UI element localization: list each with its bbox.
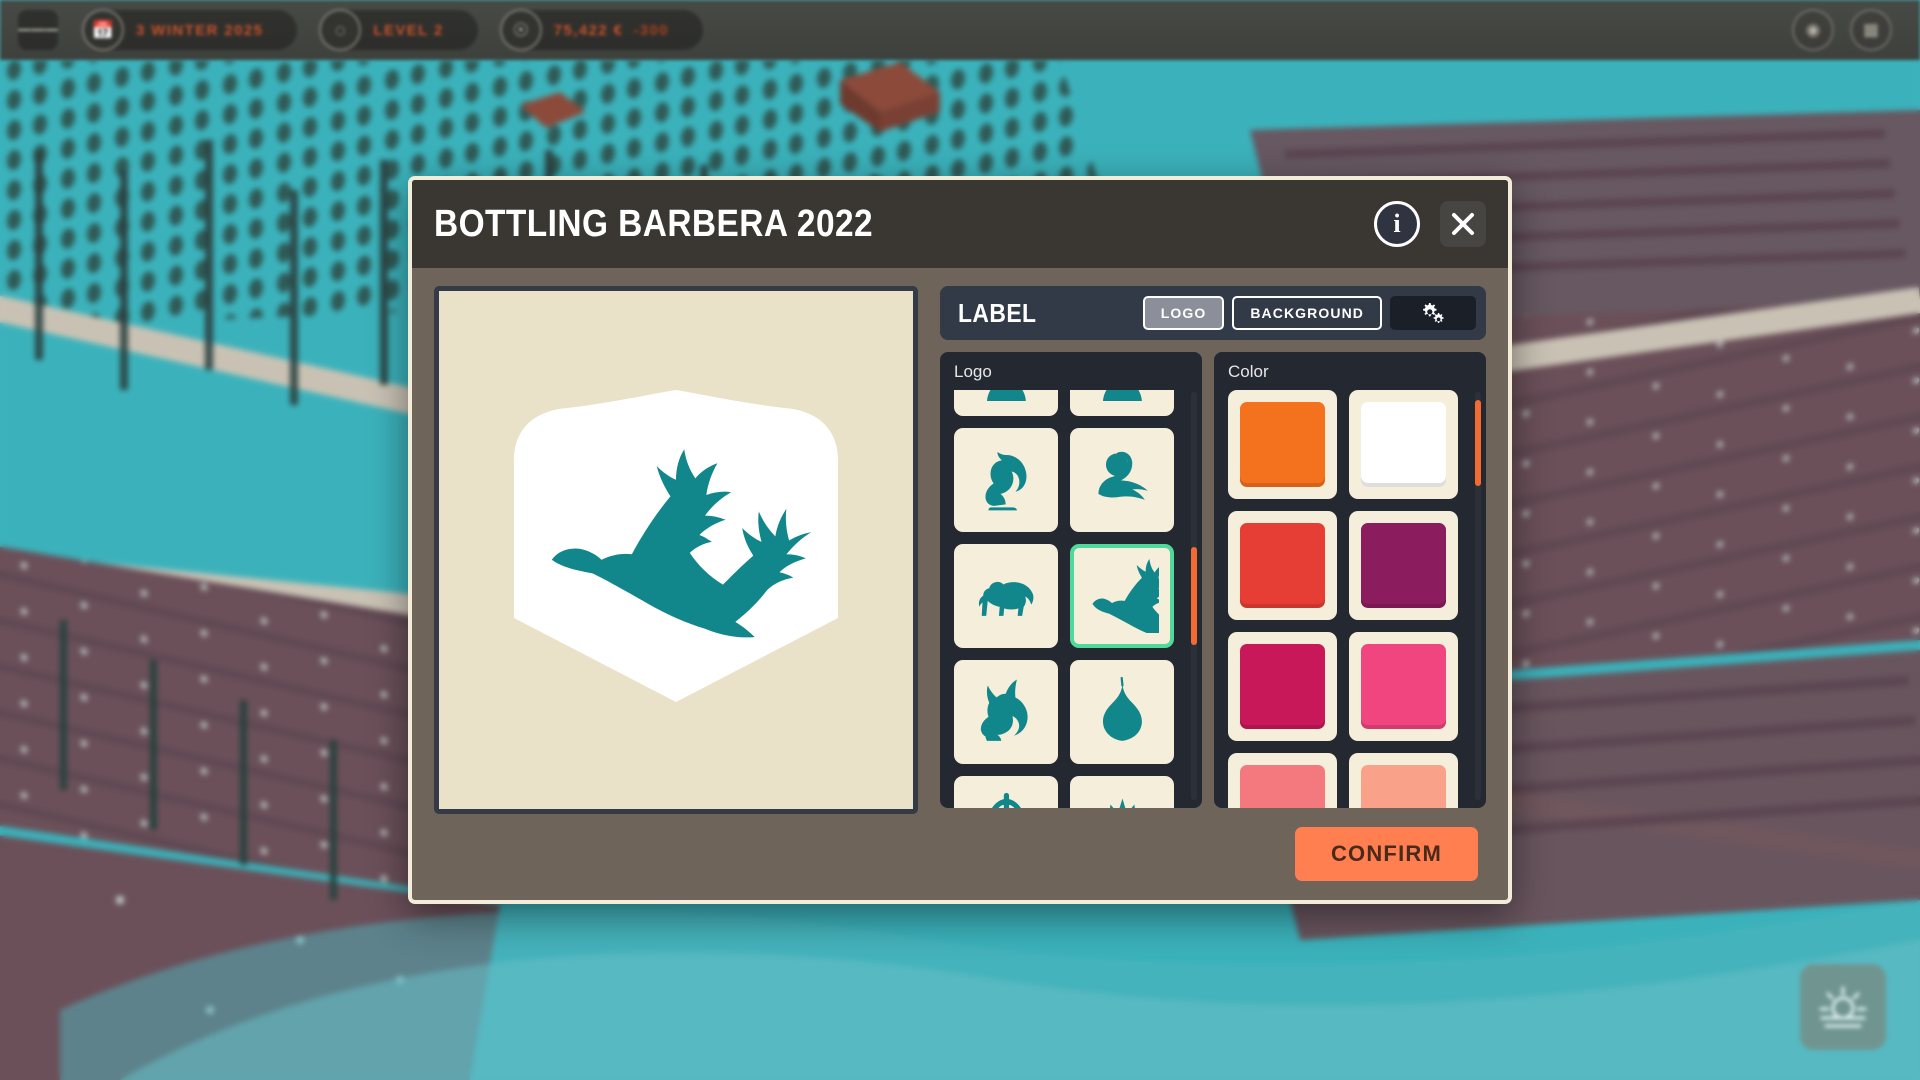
globe-icon[interactable]: ◉ [1792, 9, 1834, 51]
logo-tile-fern-leaf[interactable] [954, 776, 1058, 808]
info-glyph: i [1393, 209, 1401, 238]
color-scrollbar[interactable] [1475, 392, 1481, 800]
color-tile-magenta[interactable] [1228, 632, 1337, 741]
hud-money-text: 75,422 € -300 [554, 22, 669, 39]
logo-scrollbar[interactable] [1191, 392, 1197, 800]
sunrise-icon[interactable] [1800, 964, 1886, 1050]
label-section-title: LABEL [958, 297, 1037, 328]
gears-icon[interactable] [1390, 296, 1476, 330]
tab-logo[interactable]: LOGO [1142, 296, 1225, 330]
color-panel-label: Color [1228, 362, 1269, 381]
logo-tile-squirrel[interactable] [954, 428, 1058, 532]
color-tile-salmon[interactable] [1228, 753, 1337, 808]
hud-money-amount: 75,422 € [553, 21, 624, 39]
hud-money-delta: -300 [633, 21, 670, 39]
pickers-row: Logo Color [940, 352, 1486, 814]
color-picker-panel: Color [1214, 352, 1486, 808]
label-editor-column: LABEL LOGO BACKGROUND Logo Color [940, 286, 1486, 814]
bottle-icon: ◌ [319, 9, 362, 51]
color-tile-pink[interactable] [1349, 632, 1458, 741]
color-swatch [1361, 523, 1446, 608]
logo-scrollbar-thumb[interactable] [1191, 547, 1197, 645]
logo-tile-leaf[interactable] [1070, 660, 1174, 764]
calendar-icon: 📅 [82, 9, 124, 51]
titlebar-actions: i [1374, 201, 1486, 247]
hud-level-text: LEVEL 2 [373, 21, 444, 39]
top-hud-bar: 📅 3 WINTER 2025 ◌ LEVEL 2 ☉ 75,422 € -300… [0, 0, 1920, 60]
color-grid [1228, 390, 1474, 808]
logo-tile-leaf-partial-top-right[interactable] [1070, 390, 1174, 416]
logo-scroll-area[interactable] [954, 390, 1190, 808]
logo-grid [954, 390, 1190, 808]
label-preview [434, 286, 918, 814]
color-swatch [1361, 765, 1446, 808]
toolbar-tabs: LOGO BACKGROUND [1142, 296, 1476, 330]
confirm-button[interactable]: CONFIRM [1294, 827, 1478, 881]
color-tile-orange[interactable] [1228, 390, 1337, 499]
close-glyph [1452, 213, 1474, 235]
logo-tile-leaf-partial-top-left[interactable] [954, 390, 1058, 416]
color-swatch [1361, 644, 1446, 729]
logo-tile-bear[interactable] [954, 544, 1058, 648]
color-tile-peach[interactable] [1349, 753, 1458, 808]
color-tile-red[interactable] [1228, 511, 1337, 620]
grid-icon[interactable]: ▦ [1850, 9, 1892, 51]
color-swatch [1240, 523, 1325, 608]
hud-right-buttons: ◉ ▦ [1792, 9, 1902, 51]
menu-bar [18, 28, 32, 32]
gears-glyph [1423, 303, 1444, 323]
dialog-body: LABEL LOGO BACKGROUND Logo Color [412, 268, 1508, 814]
hud-date-text: 3 WINTER 2025 [136, 21, 264, 39]
sunrise-glyph [1819, 986, 1867, 1028]
logo-tile-maple-leaf[interactable] [1070, 776, 1174, 808]
label-toolbar: LABEL LOGO BACKGROUND [940, 286, 1486, 340]
label-preview-artwork [514, 390, 838, 702]
page-title: BOTTLING BARBERA 2022 [434, 202, 874, 245]
hamburger-menu-icon[interactable] [18, 10, 58, 50]
color-scroll-area[interactable] [1228, 390, 1474, 808]
menu-bar [44, 28, 58, 32]
color-swatch [1240, 402, 1325, 487]
logo-tile-rabbit[interactable] [954, 660, 1058, 764]
money-icon: ☉ [499, 9, 542, 51]
color-scrollbar-thumb[interactable] [1475, 400, 1481, 486]
color-swatch [1240, 765, 1325, 808]
color-tile-purple[interactable] [1349, 511, 1458, 620]
dialog-footer: CONFIRM [412, 814, 1508, 900]
bottling-label-dialog: BOTTLING BARBERA 2022 i LABEL LOGO BACKG… [408, 176, 1512, 904]
hud-chip-date[interactable]: 📅 3 WINTER 2025 [82, 9, 298, 51]
color-swatch [1361, 402, 1446, 487]
logo-panel-label: Logo [954, 362, 992, 381]
logo-tile-swan[interactable] [1070, 428, 1174, 532]
logo-tile-flying-duck[interactable] [1070, 544, 1174, 648]
hud-chip-money[interactable]: ☉ 75,422 € -300 [499, 9, 704, 51]
menu-bar [31, 28, 45, 32]
logo-picker-panel: Logo [940, 352, 1202, 808]
info-icon[interactable]: i [1374, 201, 1420, 247]
tab-background[interactable]: BACKGROUND [1232, 296, 1382, 330]
hud-chip-level[interactable]: ◌ LEVEL 2 [319, 9, 478, 51]
dialog-titlebar: BOTTLING BARBERA 2022 i [412, 180, 1508, 268]
color-tile-white[interactable] [1349, 390, 1458, 499]
color-swatch [1240, 644, 1325, 729]
close-icon[interactable] [1440, 201, 1486, 247]
